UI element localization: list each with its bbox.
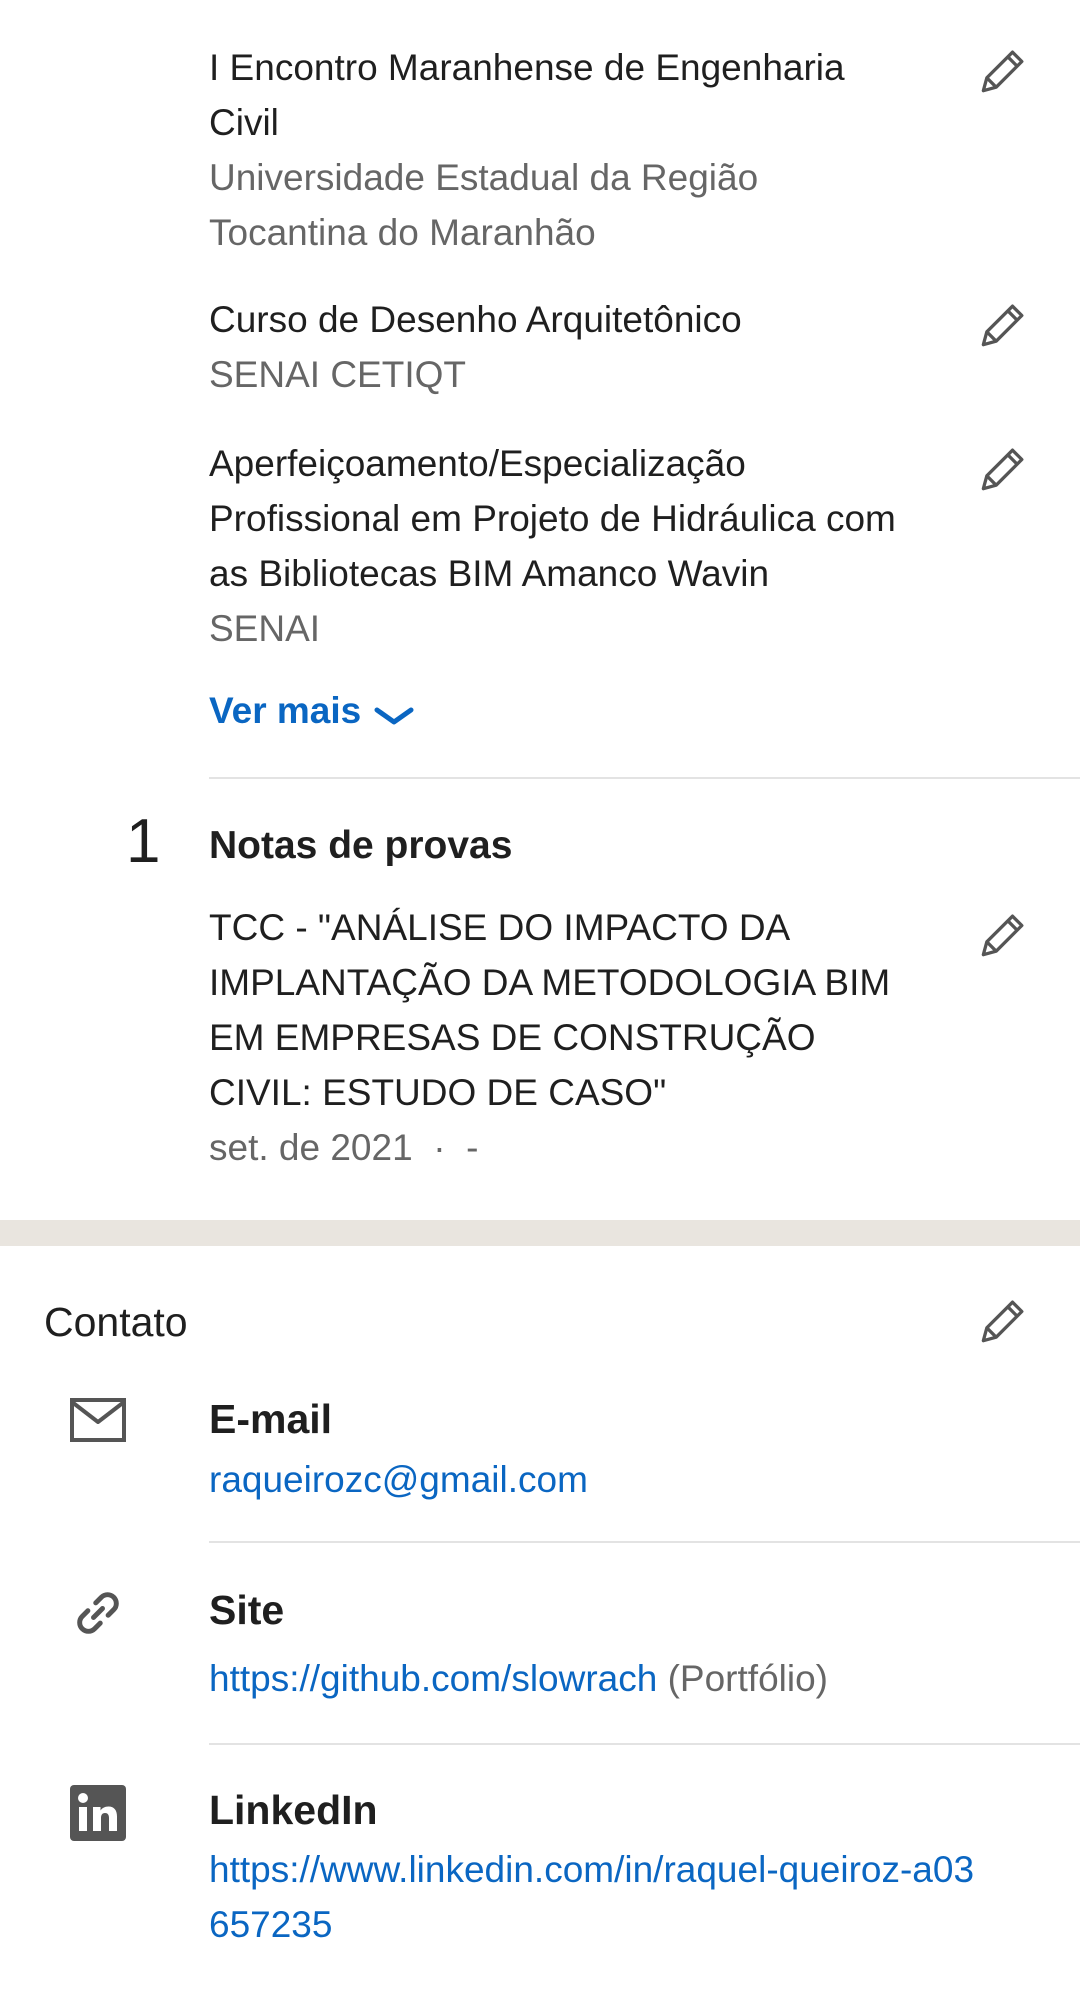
edit-certificate-button[interactable] xyxy=(972,42,1032,102)
certificate-issuer: Universidade Estadual da Região Tocantin… xyxy=(209,157,759,253)
email-label: E-mail xyxy=(209,1396,333,1442)
divider xyxy=(209,777,1080,779)
divider xyxy=(209,1743,1080,1745)
certificate-title: I Encontro Maranhense de Engenharia Civi… xyxy=(209,47,845,143)
certificate-title: Aperfeiçoamento/Especialização Profissio… xyxy=(209,443,896,594)
pencil-icon xyxy=(981,448,1024,491)
site-row: https://github.com/slowrach (Portfólio) xyxy=(209,1651,1009,1706)
certificate-issuer: SENAI CETIQT xyxy=(209,354,466,395)
see-more-button[interactable]: Ver mais xyxy=(209,690,415,732)
test-score-meta: set. de 2021 · - xyxy=(209,1127,479,1168)
pencil-icon xyxy=(981,50,1024,93)
see-more-label: Ver mais xyxy=(209,690,362,731)
certificate-title: Curso de Desenho Arquitetônico xyxy=(209,299,742,340)
edit-test-score-button[interactable] xyxy=(972,906,1032,966)
test-scores-count: 1 xyxy=(126,807,161,876)
test-scores-heading: Notas de provas xyxy=(209,824,513,867)
pencil-icon xyxy=(981,1300,1024,1343)
section-separator xyxy=(0,1220,1080,1246)
linkedin-link[interactable]: https://www.linkedin.com/in/raquel-queir… xyxy=(209,1842,989,1952)
site-link[interactable]: https://github.com/slowrach xyxy=(209,1658,657,1699)
linkedin-icon xyxy=(68,1783,128,1843)
certificate-issuer: SENAI xyxy=(209,608,321,649)
pencil-icon xyxy=(981,914,1024,957)
site-label: Site xyxy=(209,1587,285,1633)
edit-certificate-button[interactable] xyxy=(972,296,1032,356)
pencil-icon xyxy=(981,304,1024,347)
divider xyxy=(209,1541,1080,1543)
chevron-down-icon xyxy=(374,707,414,725)
link-icon xyxy=(68,1583,128,1643)
edit-contact-button[interactable] xyxy=(972,1292,1032,1352)
test-score-title: TCC - "ANÁLISE DO IMPACTO DA IMPLANTAÇÃO… xyxy=(209,907,891,1113)
contact-title: Contato xyxy=(44,1299,188,1345)
linkedin-label: LinkedIn xyxy=(209,1787,378,1833)
edit-certificate-button[interactable] xyxy=(972,440,1032,500)
site-note: (Portfólio) xyxy=(657,1658,828,1699)
email-link[interactable]: raqueirozc@gmail.com xyxy=(209,1452,1009,1507)
mail-icon xyxy=(68,1390,128,1450)
